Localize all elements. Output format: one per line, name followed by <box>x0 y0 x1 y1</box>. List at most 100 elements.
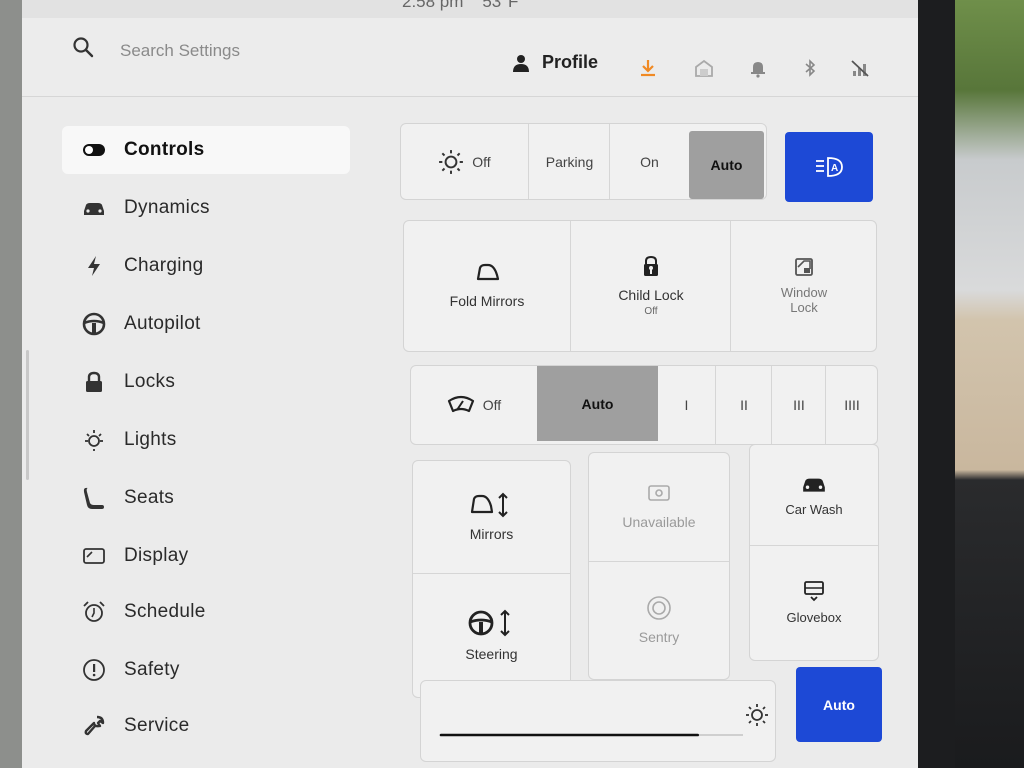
unavailable-label: Unavailable <box>622 514 696 530</box>
sidebar-item-label: Safety <box>124 659 180 680</box>
mirrors-adjust-button[interactable]: Mirrors <box>413 461 570 574</box>
steering-wheel-icon <box>80 310 108 338</box>
wipers-auto-option[interactable]: Auto <box>537 366 658 441</box>
fold-mirrors-button[interactable]: Fold Mirrors <box>404 221 570 351</box>
wipers-off-option[interactable]: Off <box>411 366 537 444</box>
alert-circle-icon <box>80 656 108 684</box>
sidebar-item-label: Charging <box>124 255 204 276</box>
sentry-button[interactable]: Sentry <box>589 561 729 679</box>
sidebar-item-lights[interactable]: Lights <box>62 416 350 464</box>
bluetooth-icon[interactable] <box>800 58 820 78</box>
glovebox-label: Glovebox <box>786 610 842 625</box>
brightness-slider[interactable] <box>433 711 743 741</box>
toggle-icon <box>80 136 108 164</box>
sidebar-item-safety[interactable]: Safety <box>62 646 350 694</box>
brightness-sun-icon <box>746 704 768 726</box>
wipers-off-label: Off <box>482 397 502 413</box>
headlights-control: Off Parking On Auto <box>400 123 767 200</box>
display-icon <box>80 542 108 570</box>
profile-button[interactable]: Profile <box>512 52 598 73</box>
lock-icon <box>80 368 108 396</box>
sidebar-item-service[interactable]: Service <box>62 702 350 750</box>
sidebar-item-autopilot[interactable]: Autopilot <box>62 300 350 348</box>
carwash-glovebox-panel: Car Wash Glovebox <box>749 444 879 661</box>
person-icon <box>513 54 529 72</box>
glovebox-button[interactable]: Glovebox <box>750 545 878 660</box>
car-icon <box>80 194 108 222</box>
sidebar-item-label: Service <box>124 715 190 736</box>
window-lock-icon <box>795 258 813 276</box>
sidebar-item-schedule[interactable]: Schedule <box>62 588 350 636</box>
download-icon[interactable] <box>638 58 658 78</box>
sidebar-item-label: Seats <box>124 487 175 508</box>
garage-icon[interactable] <box>694 58 714 78</box>
alarm-clock-icon <box>80 598 108 626</box>
seat-icon <box>80 484 108 512</box>
sentry-label: Sentry <box>638 629 680 645</box>
mirror-adjust-icon <box>470 492 508 518</box>
child-lock-button[interactable]: Child Lock Off <box>570 221 731 351</box>
settings-sidebar: Controls Dynamics Charging Autopilot Loc… <box>22 100 372 768</box>
settings-screen: 2:58 pm 53°F Profile <box>22 0 918 768</box>
headlights-on-option[interactable]: On <box>609 124 689 199</box>
auto-high-beam-button[interactable]: A <box>785 132 873 202</box>
brightness-auto-button[interactable]: Auto <box>796 667 882 742</box>
mirror-icon <box>476 263 500 281</box>
camera-icon <box>648 485 670 501</box>
wipers-speed-1-option[interactable]: I <box>658 366 715 444</box>
dashcam-unavailable-button[interactable]: Unavailable <box>589 453 729 562</box>
dashcam-sentry-panel: Unavailable Sentry <box>588 452 730 680</box>
sidebar-item-charging[interactable]: Charging <box>62 242 350 290</box>
headlights-parking-option[interactable]: Parking <box>528 124 610 199</box>
wipers-speed-1-label: I <box>684 397 689 413</box>
wipers-speed-3-option[interactable]: III <box>771 366 826 444</box>
sidebar-item-label: Schedule <box>124 601 206 622</box>
glovebox-icon <box>804 581 824 602</box>
search-icon[interactable] <box>72 36 94 58</box>
mirrors-label: Mirrors <box>469 526 514 542</box>
wipers-speed-4-label: IIII <box>844 397 860 413</box>
settings-header: Profile <box>22 18 918 97</box>
sidebar-item-controls[interactable]: Controls <box>62 126 350 174</box>
search-input[interactable] <box>118 38 372 64</box>
car-wash-button[interactable]: Car Wash <box>750 445 878 546</box>
window-lock-button[interactable]: Window Lock <box>730 221 877 351</box>
sidebar-item-display[interactable]: Display <box>62 532 350 580</box>
wipers-speed-2-option[interactable]: II <box>715 366 772 444</box>
wipers-speed-3-label: III <box>793 397 805 413</box>
child-lock-icon <box>644 255 658 276</box>
sidebar-item-label: Dynamics <box>124 197 210 218</box>
headlights-off-label: Off <box>472 153 491 170</box>
steering-adjust-icon <box>468 609 510 637</box>
sidebar-item-dynamics[interactable]: Dynamics <box>62 184 350 232</box>
steering-adjust-button[interactable]: Steering <box>413 573 570 697</box>
sidebar-item-seats[interactable]: Seats <box>62 474 350 522</box>
wipers-speed-2-label: II <box>740 397 748 413</box>
sidebar-item-label: Controls <box>124 139 205 160</box>
wrench-icon <box>80 712 108 740</box>
no-signal-icon[interactable] <box>850 58 870 78</box>
bell-icon[interactable] <box>748 58 768 78</box>
child-lock-label: Child Lock <box>618 287 684 303</box>
wipers-speed-4-option[interactable]: IIII <box>825 366 878 444</box>
status-temperature: 53°F <box>482 0 519 11</box>
brightness-auto-label: Auto <box>823 696 855 713</box>
child-lock-state: Off <box>644 306 658 317</box>
auto-high-beam-icon: A <box>816 157 843 177</box>
sidebar-item-locks[interactable]: Locks <box>62 358 350 406</box>
window-lock-label: Window Lock <box>780 285 828 315</box>
car-wash-icon <box>803 478 825 492</box>
mirrors-locks-row: Fold Mirrors Child Lock Off Window Lock <box>403 220 877 352</box>
headlights-off-option[interactable]: Off <box>401 124 528 199</box>
sidebar-item-label: Locks <box>124 371 176 392</box>
svg-text:A: A <box>831 163 838 174</box>
car-wash-label: Car Wash <box>785 501 843 517</box>
brightness-panel <box>420 680 776 762</box>
headlights-auto-option[interactable]: Auto <box>689 131 764 199</box>
bolt-icon <box>80 252 108 280</box>
mirrors-steering-panel: Mirrors Steering <box>412 460 571 698</box>
headlights-on-label: On <box>640 153 659 170</box>
window-background <box>955 0 1024 768</box>
wiper-icon <box>447 395 474 413</box>
profile-label: Profile <box>542 52 599 72</box>
